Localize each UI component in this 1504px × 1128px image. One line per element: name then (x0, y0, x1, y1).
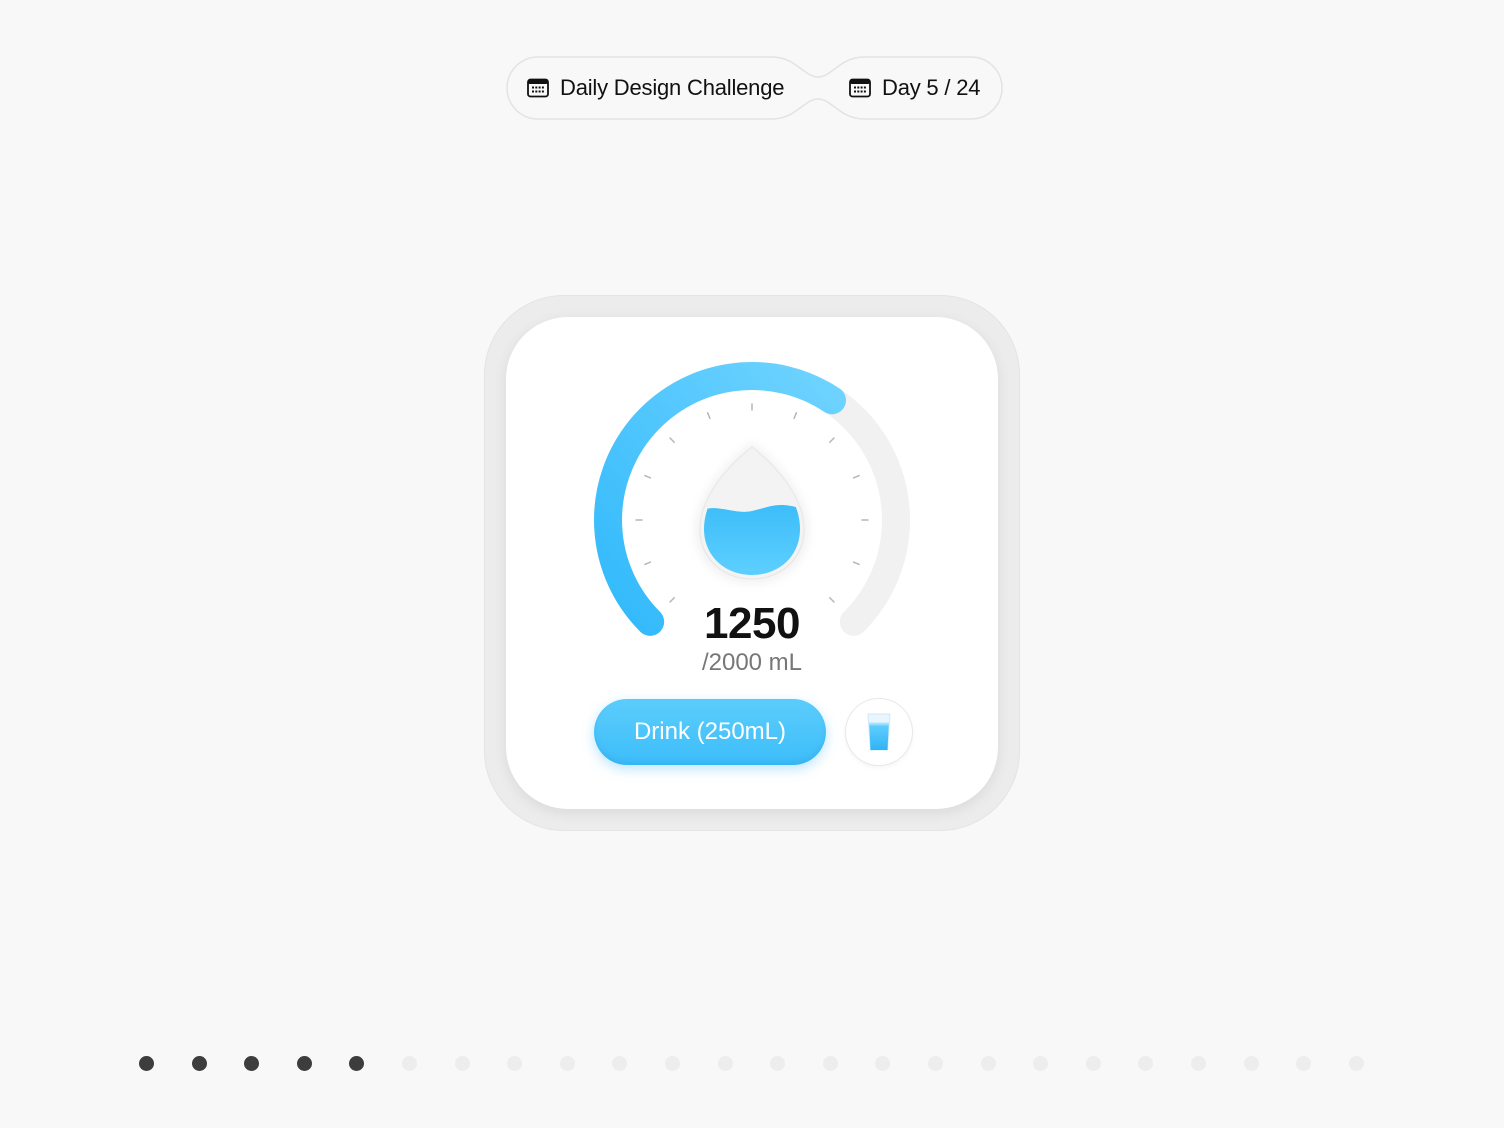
day-dot (770, 1056, 786, 1071)
day-dot (191, 1056, 207, 1071)
day-dot (717, 1056, 733, 1071)
day-dot (1296, 1056, 1312, 1071)
gauge-tick (793, 412, 798, 420)
daily-goal: /2000 mL (701, 649, 803, 676)
day-counter: Day 5 / 24 (882, 75, 981, 100)
day-dot (559, 1056, 575, 1071)
gauge-tick (669, 437, 675, 443)
gauge-tick (706, 412, 711, 420)
day-dot (1138, 1056, 1154, 1071)
glass-size-button[interactable] (846, 699, 912, 765)
day-dot (349, 1056, 365, 1071)
day-dot (928, 1056, 943, 1071)
drink-button[interactable]: Drink (250mL) (594, 699, 826, 765)
day-dot (822, 1056, 838, 1071)
day-dot (1033, 1056, 1049, 1071)
day-dot (1085, 1056, 1101, 1071)
day-counter-pill: Day 5 / 24 (848, 56, 980, 120)
day-dot (296, 1056, 312, 1071)
intake-value: 1250 (704, 599, 800, 648)
gauge-tick (852, 561, 860, 566)
day-dot (402, 1056, 417, 1071)
gauge-tick (852, 474, 860, 479)
challenge-title: Daily Design Challenge (560, 75, 785, 100)
day-dot (1191, 1056, 1206, 1071)
gauge-tick (829, 437, 835, 443)
water-tracker-widget: 1250 /2000 mL Drink (250mL) (506, 317, 998, 809)
calendar-icon (527, 78, 549, 98)
day-dot (1243, 1056, 1259, 1071)
calendar-icon (849, 78, 871, 98)
day-dot (139, 1056, 154, 1071)
day-dot (665, 1056, 680, 1071)
gauge-tick (644, 474, 652, 479)
day-dot (244, 1056, 260, 1071)
challenge-header: Daily Design Challenge Day 5 / 24 (506, 56, 1003, 120)
day-dot (612, 1056, 628, 1071)
day-dot (1348, 1056, 1364, 1071)
water-drop-icon (696, 443, 808, 583)
day-dot (507, 1056, 523, 1071)
gauge-tick (644, 561, 652, 566)
challenge-title-pill: Daily Design Challenge (526, 56, 784, 120)
day-dot (980, 1056, 996, 1071)
water-glass-icon (867, 713, 891, 751)
day-dot (875, 1056, 891, 1071)
day-dot (454, 1056, 470, 1071)
